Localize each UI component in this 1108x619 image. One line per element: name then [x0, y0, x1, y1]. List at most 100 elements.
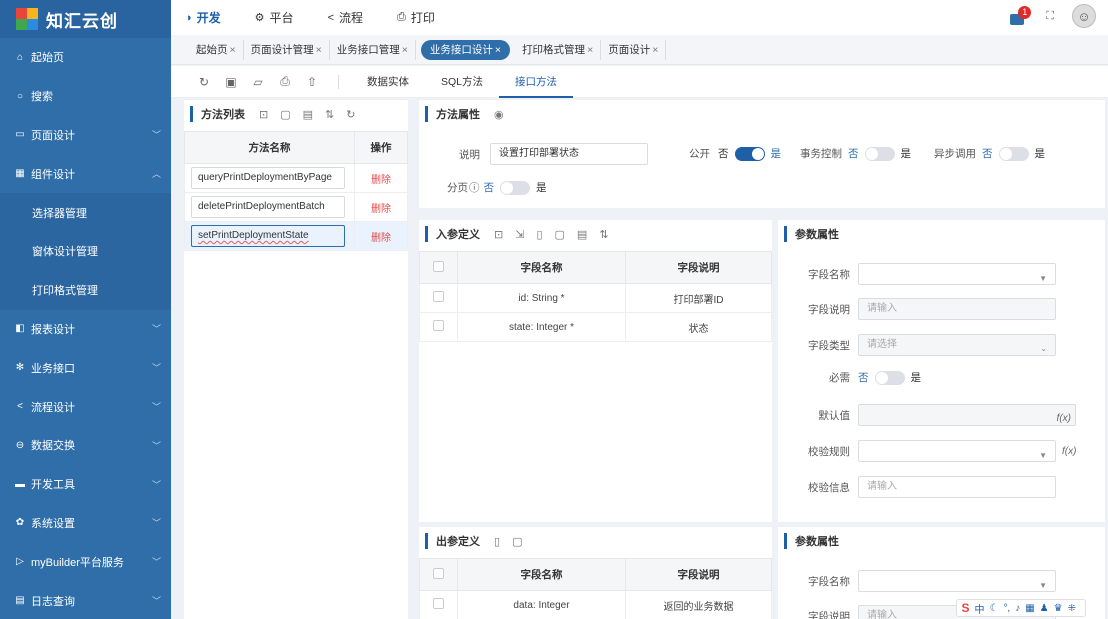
desc-input[interactable]: 设置打印部署状态 — [490, 143, 648, 165]
mic-icon[interactable]: ♪ — [1015, 603, 1020, 614]
required-toggle[interactable] — [874, 370, 905, 385]
add-icon[interactable]: ⊡ — [494, 228, 503, 241]
delete-icon[interactable]: ▯ — [494, 535, 500, 548]
tab-0[interactable]: 起始页 × — [189, 39, 244, 60]
delete-link[interactable]: 删除 — [371, 233, 391, 244]
tab-3[interactable]: 业务接口设计 × — [420, 39, 511, 60]
sidebar-item-9[interactable]: < 流程设计 ﹀ — [0, 387, 171, 426]
method-name-input[interactable]: setPrintDeploymentState — [191, 225, 345, 247]
top-nav-item-1[interactable]: ⚙ 平台 — [255, 9, 294, 26]
row-checkbox[interactable] — [433, 320, 444, 331]
delete-link[interactable]: 删除 — [371, 175, 391, 186]
sidebar-item-7[interactable]: ◧ 报表设计 ﹀ — [0, 310, 171, 349]
field-desc-input[interactable]: 请输入 — [858, 298, 1056, 320]
close-icon[interactable]: × — [652, 44, 658, 56]
toolbar-tab-2[interactable]: 接口方法 — [499, 66, 574, 98]
tab-2[interactable]: 业务接口管理 × — [330, 39, 416, 60]
ime-mode[interactable]: 中 — [974, 601, 984, 616]
field-name-select-2[interactable]: ▼ — [858, 570, 1056, 592]
field-name-select[interactable]: ▼ — [858, 263, 1056, 285]
sidebar-item-12[interactable]: ✿ 系统设置 ﹀ — [0, 504, 171, 543]
moon-icon[interactable]: ☾ — [989, 603, 998, 614]
top-nav-item-3[interactable]: ⎙ 打印 — [397, 9, 435, 26]
delete-link[interactable]: 删除 — [371, 204, 391, 215]
refresh-icon[interactable]: ↻ — [197, 75, 211, 89]
tab-5[interactable]: 页面设计 × — [601, 39, 667, 60]
paste-icon[interactable]: ▤ — [577, 228, 587, 241]
tx-toggle[interactable] — [864, 146, 895, 161]
table-row[interactable]: deletePrintDeploymentBatch 删除 — [184, 192, 408, 222]
row-checkbox[interactable] — [433, 598, 444, 609]
close-icon[interactable]: × — [495, 44, 501, 56]
grid-icon[interactable]: ⁜ — [1068, 603, 1076, 614]
sidebar-item-14[interactable]: ▤ 日志查询 ﹀ — [0, 581, 171, 619]
sidebar-item-3[interactable]: ▦ 组件设计 ︿ — [0, 154, 171, 193]
in-params-table: 字段名称 字段说明 id: String * 打印部署ID state: Integ… — [419, 251, 772, 342]
field-type-select[interactable]: 请选择 ⌄ — [858, 334, 1056, 356]
top-nav-item-2[interactable]: < 流程 — [328, 9, 363, 26]
fx-icon[interactable]: f(x) — [1062, 446, 1076, 457]
sidebar-item-6[interactable]: 打印格式管理 — [0, 270, 171, 310]
sidebar-item-4[interactable]: 选择器管理 — [0, 193, 171, 232]
public-toggle[interactable] — [734, 146, 765, 161]
save-icon[interactable]: ▣ — [224, 75, 238, 89]
table-row[interactable]: data: Integer 返回的业务数据 — [419, 590, 772, 619]
add-icon[interactable]: ⊡ — [259, 108, 268, 121]
sidebar-item-8[interactable]: ✻ 业务接口 ﹀ — [0, 348, 171, 387]
select-all-checkbox[interactable] — [433, 567, 444, 579]
sidebar-item-1[interactable]: ○ 搜索 — [0, 77, 171, 116]
message-icon[interactable]: 1 — [1010, 5, 1032, 25]
copy-icon[interactable]: ▢ — [555, 228, 565, 241]
tab-1[interactable]: 页面设计管理 × — [244, 39, 330, 60]
row-checkbox[interactable] — [433, 291, 444, 302]
paging-toggle[interactable] — [500, 180, 530, 195]
user-icon[interactable]: ♟ — [1040, 603, 1049, 614]
print-icon[interactable]: ⎙ — [278, 74, 292, 89]
select-icon[interactable]: ⇲ — [515, 228, 524, 241]
open-folder-icon[interactable]: ▱ — [251, 75, 265, 89]
close-icon[interactable]: × — [316, 44, 322, 56]
method-name-input[interactable]: queryPrintDeploymentByPage — [191, 167, 345, 189]
table-row[interactable]: setPrintDeploymentState 删除 — [184, 221, 408, 251]
sort-icon[interactable]: ⇅ — [599, 228, 608, 241]
async-toggle[interactable] — [998, 146, 1029, 161]
table-row[interactable]: state: Integer * 状态 — [419, 312, 772, 342]
copy-icon[interactable]: ▢ — [280, 108, 290, 121]
app-logo[interactable]: 知汇云创 — [0, 0, 171, 38]
notification-badge: 1 — [1018, 5, 1032, 19]
punct-icon[interactable]: °, — [1003, 603, 1010, 614]
sidebar-item-5[interactable]: 窗体设计管理 — [0, 231, 171, 271]
refresh-icon[interactable]: ↻ — [346, 108, 355, 121]
sidebar-item-0[interactable]: ⌂ 起始页 — [0, 38, 171, 77]
delete-icon[interactable]: ▯ — [536, 228, 542, 241]
sidebar-item-2[interactable]: ▭ 页面设计 ﹀ — [0, 116, 171, 155]
avatar[interactable]: ☺ — [1072, 4, 1096, 28]
export-icon[interactable]: ⇧ — [305, 75, 319, 89]
close-icon[interactable]: × — [402, 44, 408, 56]
rule-select[interactable]: ▼ — [858, 440, 1056, 462]
select-all-checkbox[interactable] — [433, 260, 444, 272]
close-icon[interactable]: × — [230, 44, 236, 56]
sidebar-item-13[interactable]: ▷ myBuilder平台服务 ﹀ — [0, 542, 171, 581]
skin-icon[interactable]: ♛ — [1054, 603, 1063, 614]
method-name-input[interactable]: deletePrintDeploymentBatch — [191, 196, 345, 218]
table-row[interactable]: queryPrintDeploymentByPage 删除 — [184, 163, 408, 193]
toolbar-tab-0[interactable]: 数据实体 — [351, 66, 425, 98]
play-icon[interactable]: ◉ — [494, 108, 504, 121]
toolbar-tab-1[interactable]: SQL方法 — [425, 66, 499, 98]
sidebar-item-11[interactable]: ▬ 开发工具 ﹀ — [0, 465, 171, 504]
sidebar-item-10[interactable]: ⊖ 数据交换 ﹀ — [0, 426, 171, 465]
keyboard-icon[interactable]: ▦ — [1025, 603, 1034, 614]
copy-icon[interactable]: ▢ — [512, 535, 522, 548]
paste-icon[interactable]: ▤ — [303, 108, 313, 121]
msg-input[interactable]: 请输入 — [858, 476, 1056, 498]
tab-4[interactable]: 打印格式管理 × — [515, 39, 602, 60]
sort-icon[interactable]: ⇅ — [325, 108, 334, 121]
ime-toolbar[interactable]: S 中 ☾ °, ♪ ▦ ♟ ♛ ⁜ — [956, 599, 1086, 617]
fx-icon[interactable]: f(x) — [1057, 409, 1071, 429]
top-nav-item-0[interactable]: ◑ 开发 — [185, 9, 221, 26]
table-row[interactable]: id: String * 打印部署ID — [419, 283, 772, 313]
fullscreen-icon[interactable]: ⛶ — [1046, 10, 1054, 23]
default-input[interactable]: f(x) — [858, 404, 1076, 426]
close-icon[interactable]: × — [587, 44, 593, 56]
